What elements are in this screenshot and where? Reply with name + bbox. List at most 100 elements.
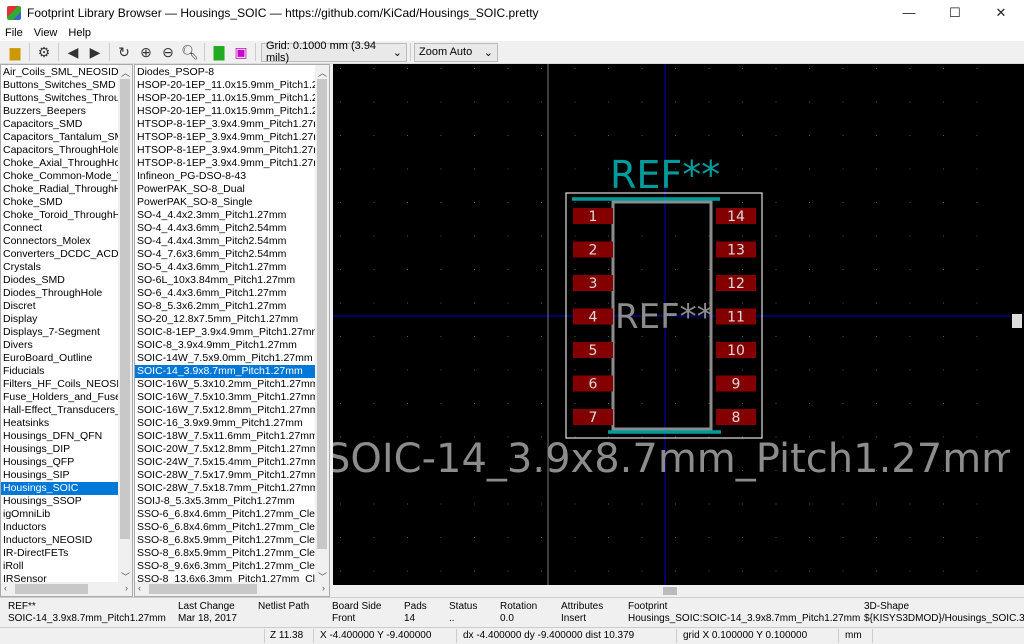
next-footprint-icon[interactable]: ▶ <box>84 42 106 62</box>
list-item[interactable]: HTSOP-8-1EP_3.9x4.9mm_Pitch1.27mm_Th <box>135 157 315 170</box>
insert-footprint-icon[interactable]: ▣ <box>230 42 252 62</box>
list-item[interactable]: Diodes_PSOP-8 <box>135 66 315 79</box>
list-item[interactable]: SOIC-8_3.9x4.9mm_Pitch1.27mm <box>135 339 315 352</box>
scrollbar-thumb[interactable] <box>15 584 89 594</box>
settings-gear-icon[interactable]: ⚙ <box>33 42 55 62</box>
list-item[interactable]: Divers <box>1 339 118 352</box>
list-item[interactable]: Choke_Common-Mode_Wurth <box>1 170 118 183</box>
list-item[interactable]: HTSOP-8-1EP_3.9x4.9mm_Pitch1.27mm_Th <box>135 144 315 157</box>
list-item[interactable]: SOIJ-8_5.3x5.3mm_Pitch1.27mm <box>135 495 315 508</box>
list-item[interactable]: Diodes_SMD <box>1 274 118 287</box>
scroll-right-icon[interactable]: › <box>125 583 128 593</box>
vertical-scrollbar[interactable]: ︿ ﹀ <box>118 65 132 583</box>
list-item[interactable]: SOIC-16W_7.5x12.8mm_Pitch1.27mm <box>135 404 315 417</box>
list-item[interactable]: Discret <box>1 300 118 313</box>
list-item[interactable]: Crystals <box>1 261 118 274</box>
list-item[interactable]: SOIC-16W_5.3x10.2mm_Pitch1.27mm <box>135 378 315 391</box>
list-item[interactable]: SO-20_12.8x7.5mm_Pitch1.27mm <box>135 313 315 326</box>
list-item[interactable]: Connect <box>1 222 118 235</box>
zoom-in-icon[interactable]: ⊕ <box>135 42 157 62</box>
list-item[interactable]: Buttons_Switches_SMD <box>1 79 118 92</box>
menu-view[interactable]: View <box>29 27 64 39</box>
list-item[interactable]: SO-4_4.4x2.3mm_Pitch1.27mm <box>135 209 315 222</box>
scroll-right-icon[interactable]: › <box>322 583 325 593</box>
list-item[interactable]: Filters_HF_Coils_NEOSID <box>1 378 118 391</box>
list-item[interactable]: SO-8_5.3x6.2mm_Pitch1.27mm <box>135 300 315 313</box>
list-item[interactable]: HTSOP-8-1EP_3.9x4.9mm_Pitch1.27mm_La <box>135 131 315 144</box>
grid-select[interactable]: Grid: 0.1000 mm (3.94 mils) ⌄ <box>261 40 407 64</box>
list-item[interactable]: Buttons_Switches_ThroughHole <box>1 92 118 105</box>
list-item[interactable]: igOmniLib <box>1 508 118 521</box>
list-item[interactable]: SSO-6_6.8x4.6mm_Pitch1.27mm_Clearance <box>135 508 315 521</box>
zoom-out-icon[interactable]: ⊖ <box>157 42 179 62</box>
list-item[interactable]: Capacitors_SMD <box>1 118 118 131</box>
list-item[interactable]: Capacitors_Tantalum_SMD <box>1 131 118 144</box>
scrollbar-thumb[interactable] <box>317 79 327 549</box>
list-item[interactable]: Capacitors_ThroughHole <box>1 144 118 157</box>
list-item[interactable]: iRoll <box>1 560 118 573</box>
list-item[interactable]: HSOP-20-1EP_11.0x15.9mm_Pitch1.27mm_ <box>135 105 315 118</box>
footprint-list[interactable]: Diodes_PSOP-8 HSOP-20-1EP_11.0x15.9mm_Pit… <box>134 64 330 597</box>
list-item[interactable]: Heatsinks <box>1 417 118 430</box>
list-item[interactable]: SOIC-24W_7.5x15.4mm_Pitch1.27mm <box>135 456 315 469</box>
list-item[interactable]: Fiducials <box>1 365 118 378</box>
list-item[interactable]: SO-5_4.4x3.6mm_Pitch1.27mm <box>135 261 315 274</box>
list-item[interactable]: Hall-Effect_Transducers_LEM <box>1 404 118 417</box>
list-item[interactable]: SOIC-16_3.9x9.9mm_Pitch1.27mm <box>135 417 315 430</box>
scroll-left-icon[interactable]: ‹ <box>138 583 141 593</box>
list-item[interactable]: SOIC-28W_7.5x18.7mm_Pitch1.27mm <box>135 482 315 495</box>
list-item[interactable]: PowerPAK_SO-8_Dual <box>135 183 315 196</box>
select-library-icon[interactable]: ▆ <box>4 42 26 62</box>
zoom-select[interactable]: Zoom Auto ⌄ <box>414 42 498 62</box>
list-item[interactable]: Housings_QFP <box>1 456 118 469</box>
list-item[interactable]: PowerPAK_SO-8_Single <box>135 196 315 209</box>
zoom-fit-icon[interactable]: 🔍︎ <box>179 42 201 62</box>
list-item[interactable]: SOIC-16W_7.5x10.3mm_Pitch1.27mm <box>135 391 315 404</box>
horizontal-scrollbar[interactable]: ‹ › <box>1 582 132 596</box>
list-item[interactable]: SSO-8_6.8x5.9mm_Pitch1.27mm_Clearance <box>135 534 315 547</box>
list-item[interactable]: SOIC-8-1EP_3.9x4.9mm_Pitch1.27mm <box>135 326 315 339</box>
list-item[interactable]: Housings_SIP <box>1 469 118 482</box>
canvas-hscroll-thumb[interactable] <box>663 587 677 595</box>
canvas-horizontal-scrollbar[interactable] <box>333 585 1024 597</box>
list-item[interactable]: SO-4_7.6x3.6mm_Pitch2.54mm <box>135 248 315 261</box>
list-item[interactable]: SSO-8_9.6x6.3mm_Pitch1.27mm_Clearance <box>135 560 315 573</box>
list-item[interactable]: Buzzers_Beepers <box>1 105 118 118</box>
scroll-up-icon[interactable]: ︿ <box>121 66 130 79</box>
list-item[interactable]: Housings_DIP <box>1 443 118 456</box>
list-item[interactable]: SSO-6_6.8x4.6mm_Pitch1.27mm_Clearance <box>135 521 315 534</box>
list-item[interactable]: Diodes_ThroughHole <box>1 287 118 300</box>
list-item[interactable]: HTSOP-8-1EP_3.9x4.9mm_Pitch1.27mm <box>135 118 315 131</box>
list-item[interactable]: SOIC-28W_7.5x17.9mm_Pitch1.27mm <box>135 469 315 482</box>
list-item[interactable]: Choke_Toroid_ThroughHole <box>1 209 118 222</box>
redraw-icon[interactable]: ↻ <box>113 42 135 62</box>
list-item[interactable]: Choke_Radial_ThroughHole <box>1 183 118 196</box>
scroll-left-icon[interactable]: ‹ <box>4 583 7 593</box>
list-item[interactable]: HSOP-20-1EP_11.0x15.9mm_Pitch1.27mm_ <box>135 92 315 105</box>
list-item[interactable]: EuroBoard_Outline <box>1 352 118 365</box>
close-button[interactable]: ✕ <box>978 0 1024 25</box>
list-item[interactable]: Air_Coils_SML_NEOSID <box>1 66 118 79</box>
list-item[interactable]: SOIC-18W_7.5x11.6mm_Pitch1.27mm <box>135 430 315 443</box>
3d-viewer-icon[interactable]: ▇ <box>208 42 230 62</box>
list-item[interactable]: SO-4_4.4x4.3mm_Pitch2.54mm <box>135 235 315 248</box>
list-item[interactable]: SO-6_4.4x3.6mm_Pitch1.27mm <box>135 287 315 300</box>
list-item[interactable]: Choke_SMD <box>1 196 118 209</box>
minimize-button[interactable]: — <box>886 0 932 25</box>
vertical-scrollbar[interactable]: ︿ ﹀ <box>315 65 329 583</box>
list-item[interactable]: SO-6L_10x3.84mm_Pitch1.27mm <box>135 274 315 287</box>
list-item[interactable]: Infineon_PG-DSO-8-43 <box>135 170 315 183</box>
menu-help[interactable]: Help <box>63 27 97 39</box>
list-item[interactable]: IR-DirectFETs <box>1 547 118 560</box>
list-item[interactable]: Choke_Axial_ThroughHole <box>1 157 118 170</box>
horizontal-scrollbar[interactable]: ‹ › <box>135 582 329 596</box>
canvas-vscroll-thumb[interactable] <box>1012 314 1022 328</box>
list-item[interactable]: Displays_7-Segment <box>1 326 118 339</box>
library-list[interactable]: Air_Coils_SML_NEOSID Buttons_Switches_SMD… <box>0 64 133 597</box>
list-item[interactable]: SSO-8_6.8x5.9mm_Pitch1.27mm_Clearance <box>135 547 315 560</box>
menu-file[interactable]: File <box>0 27 29 39</box>
list-item[interactable]: Converters_DCDC_ACDC <box>1 248 118 261</box>
list-item[interactable]: Display <box>1 313 118 326</box>
list-item[interactable]: HSOP-20-1EP_11.0x15.9mm_Pitch1.27mm_ <box>135 79 315 92</box>
previous-footprint-icon[interactable]: ◀ <box>62 42 84 62</box>
